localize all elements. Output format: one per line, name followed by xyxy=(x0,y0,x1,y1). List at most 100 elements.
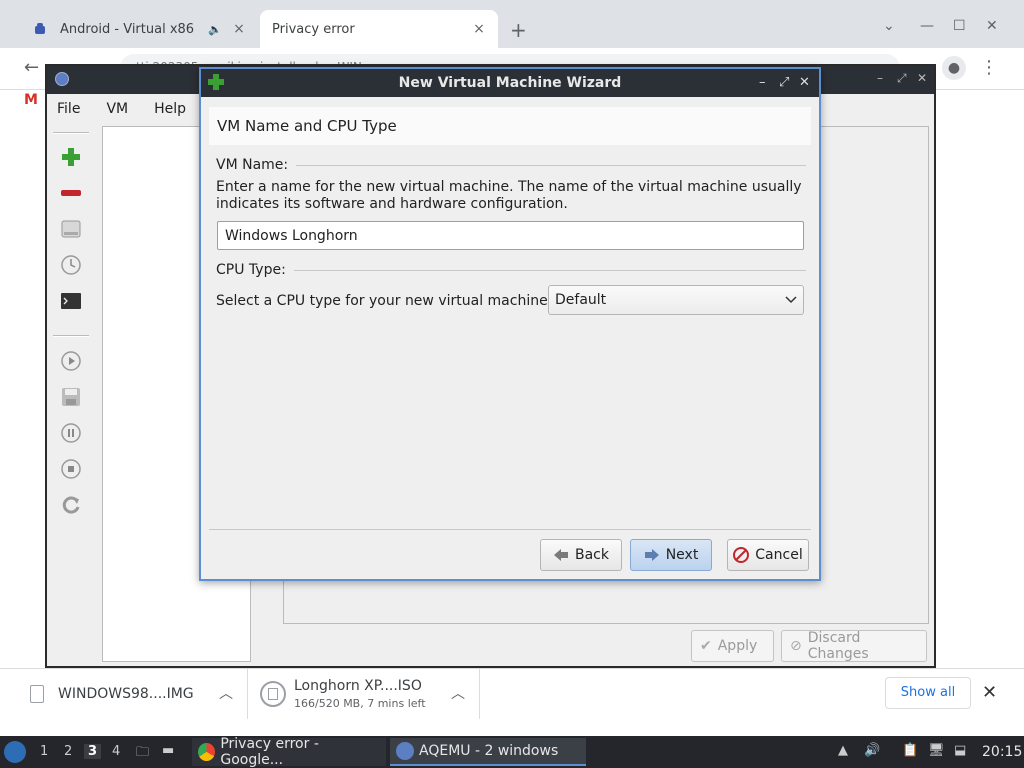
chevron-up-icon[interactable]: ︿ xyxy=(451,683,465,703)
start-menu-icon[interactable] xyxy=(4,741,26,763)
discard-label: Discard Changes xyxy=(807,630,869,662)
cancel-button[interactable]: Cancel xyxy=(727,539,809,571)
update-icon[interactable]: ⬓ xyxy=(954,743,966,758)
workspace-4[interactable]: 4 xyxy=(112,744,120,759)
wizard-page-title: VM Name and CPU Type xyxy=(209,107,811,145)
chevron-up-icon[interactable]: ︿ xyxy=(219,683,233,703)
vm-name-input[interactable] xyxy=(217,221,804,250)
toolbar-separator xyxy=(53,132,89,134)
menu-help[interactable]: Help xyxy=(154,101,186,117)
chevron-down-icon xyxy=(785,292,797,308)
discard-changes-button[interactable]: ⊘ Discard Changes xyxy=(781,630,927,662)
close-icon[interactable]: ✕ xyxy=(986,18,998,34)
download-name: Longhorn XP....ISO xyxy=(294,678,422,694)
back-arrow-icon xyxy=(553,548,569,562)
tab-label: Privacy error xyxy=(272,21,355,37)
gmail-bookmark-icon[interactable]: M xyxy=(24,92,38,108)
download-bar: WINDOWS98....IMG ︿ Longhorn XP....ISO 16… xyxy=(0,668,1024,719)
next-button[interactable]: Next xyxy=(630,539,712,571)
cancel-circle-icon: ⊘ xyxy=(790,638,802,654)
download-item[interactable]: Longhorn XP....ISO 166/520 MB, 7 mins le… xyxy=(248,669,480,719)
speaker-icon[interactable]: 🔈 xyxy=(208,23,222,36)
aqemu-icon xyxy=(396,742,414,760)
back-button[interactable]: Back xyxy=(540,539,622,571)
download-item[interactable]: WINDOWS98....IMG ︿ xyxy=(0,669,248,719)
wizard-close-icon[interactable]: ✕ xyxy=(799,69,810,97)
tab-label: Android - Virtual x86 xyxy=(60,21,195,37)
cancel-label: Cancel xyxy=(755,547,803,563)
android-icon xyxy=(32,21,48,37)
group-divider xyxy=(296,164,806,166)
pause-icon[interactable] xyxy=(58,420,84,446)
play-icon[interactable] xyxy=(58,348,84,374)
task-chrome[interactable]: Privacy error - Google... xyxy=(192,736,386,768)
toolbar-separator xyxy=(53,335,89,337)
new-tab-icon[interactable]: + xyxy=(510,18,527,42)
volume-icon[interactable]: 🔊 xyxy=(864,743,880,758)
apply-label: Apply xyxy=(717,638,758,654)
vm-name-group: VM Name: xyxy=(216,157,806,173)
cpu-type-label: Select a CPU type for your new virtual m… xyxy=(216,293,553,309)
tab-privacy-error[interactable]: Privacy error × xyxy=(260,10,498,48)
workspace-3[interactable]: 3 xyxy=(84,744,102,759)
desktop-icon[interactable]: ▬ xyxy=(162,743,174,758)
vm-name-group-label: VM Name: xyxy=(216,157,289,173)
download-progress-icon xyxy=(260,681,286,707)
file-icon xyxy=(30,685,44,703)
tab-android-virtual[interactable]: Android - Virtual x86 🔈 × xyxy=(20,10,258,48)
clock: 20:15 xyxy=(982,744,1023,760)
workspace-2[interactable]: 2 xyxy=(64,744,72,759)
tab-close-icon[interactable]: × xyxy=(472,21,486,37)
add-vm-icon[interactable] xyxy=(58,144,84,170)
checkmark-icon: ✔ xyxy=(700,638,712,654)
aqemu-minimize-icon[interactable]: – xyxy=(877,71,883,85)
wizard-minimize-icon[interactable]: – xyxy=(759,69,766,97)
clipboard-icon[interactable]: 📋 xyxy=(902,743,918,758)
back-arrow-icon[interactable]: ← xyxy=(24,57,39,78)
tab-close-icon[interactable]: × xyxy=(232,21,246,37)
taskbar: 1 2 3 4 🗀 ▬ Privacy error - Google... AQ… xyxy=(0,736,1024,768)
task-aqemu[interactable]: AQEMU - 2 windows xyxy=(390,738,586,766)
clock-icon[interactable] xyxy=(58,252,84,278)
cpu-type-group: CPU Type: xyxy=(216,262,806,278)
tab-search-icon[interactable]: ⌄ xyxy=(883,18,895,34)
menu-file[interactable]: File xyxy=(57,101,80,117)
network-icon[interactable]: 🖥 xyxy=(928,743,945,758)
upload-icon[interactable]: ▲ xyxy=(838,743,848,758)
aqemu-close-icon[interactable]: ✕ xyxy=(917,71,927,85)
terminal-icon[interactable] xyxy=(58,288,84,314)
save-icon[interactable] xyxy=(58,384,84,410)
button-divider xyxy=(209,529,811,530)
next-arrow-icon xyxy=(644,548,660,562)
hard-drive-icon[interactable] xyxy=(58,216,84,242)
cpu-type-select[interactable]: Default xyxy=(548,285,804,315)
aqemu-app-icon xyxy=(55,72,69,86)
next-label: Next xyxy=(665,547,699,563)
apply-button[interactable]: ✔ Apply xyxy=(691,630,774,662)
vm-name-description: Enter a name for the new virtual machine… xyxy=(216,179,802,212)
stop-icon[interactable] xyxy=(58,456,84,482)
tab-strip: Android - Virtual x86 🔈 × Privacy error … xyxy=(0,0,1024,48)
remove-vm-icon[interactable] xyxy=(58,180,84,206)
new-vm-wizard-dialog: New Virtual Machine Wizard – ⤢ ✕ VM Name… xyxy=(199,67,821,581)
show-all-button[interactable]: Show all xyxy=(885,677,971,709)
download-bar-close-icon[interactable]: ✕ xyxy=(982,682,997,703)
aqemu-maximize-icon[interactable]: ⤢ xyxy=(897,71,907,86)
profile-icon[interactable]: ● xyxy=(942,56,966,80)
cancel-icon xyxy=(733,547,750,563)
task-label: Privacy error - Google... xyxy=(220,736,319,768)
download-name: WINDOWS98....IMG xyxy=(58,686,194,702)
minimize-icon[interactable]: — xyxy=(920,18,934,34)
reset-icon[interactable] xyxy=(58,492,84,518)
menu-vm[interactable]: VM xyxy=(106,101,128,117)
workspace-1[interactable]: 1 xyxy=(40,744,48,759)
wizard-title: New Virtual Machine Wizard xyxy=(398,75,622,91)
back-label: Back xyxy=(575,547,609,563)
maximize-icon[interactable]: ☐ xyxy=(953,18,966,34)
wizard-plus-icon xyxy=(207,73,225,101)
task-label: AQEMU - 2 windows xyxy=(419,743,559,759)
wizard-maximize-icon[interactable]: ⤢ xyxy=(779,69,789,97)
cpu-type-value: Default xyxy=(555,292,607,308)
file-manager-icon[interactable]: 🗀 xyxy=(136,743,149,765)
menu-kebab-icon[interactable]: ⋮ xyxy=(980,57,998,78)
